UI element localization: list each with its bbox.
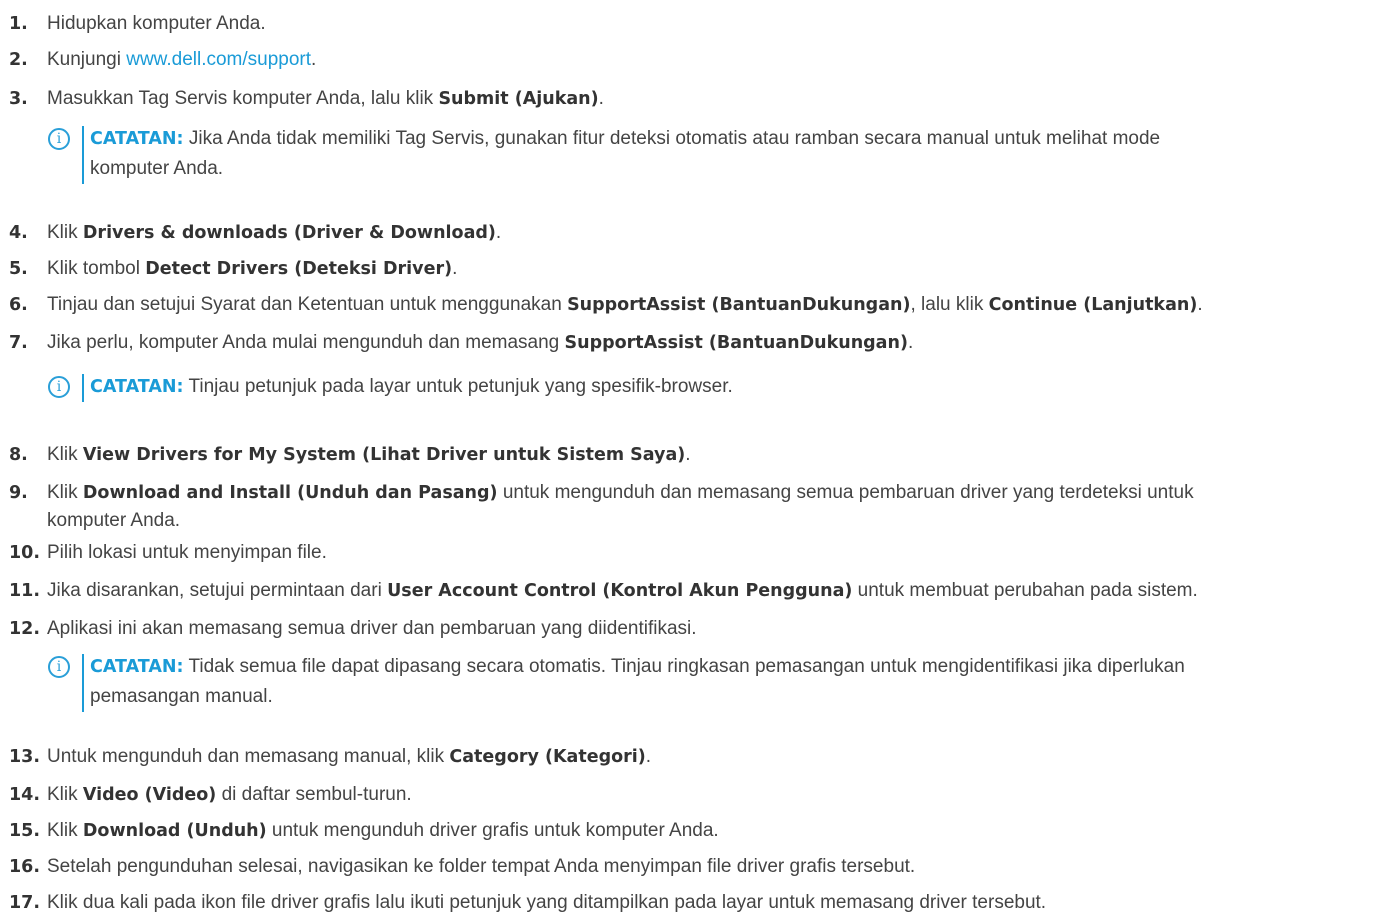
step-text: Klik tombol bbox=[47, 258, 146, 279]
note-callout: i CATATAN: Jika Anda tidak memiliki Tag … bbox=[48, 124, 1384, 184]
note-text: CATATAN: Jika Anda tidak memiliki Tag Se… bbox=[48, 124, 1384, 184]
step-text: . bbox=[645, 746, 652, 767]
ui-term: SupportAssist (BantuanDukungan) bbox=[564, 333, 908, 353]
note-label: CATATAN: bbox=[90, 657, 184, 677]
info-circle-icon: i bbox=[48, 376, 70, 398]
ui-term: Detect Drivers (Deteksi Driver) bbox=[145, 259, 453, 279]
step-number: 16. bbox=[9, 857, 41, 877]
note-text: CATATAN: Tidak semua file dapat dipasang… bbox=[48, 652, 1384, 712]
list-item: 14. Klik Video (Video) di daftar sembul-t… bbox=[9, 780, 1388, 810]
step-text-continued: komputer Anda. bbox=[47, 510, 181, 531]
step-number: 17. bbox=[9, 893, 41, 913]
note-divider bbox=[82, 654, 84, 712]
note-line: Tinjau petunjuk pada layar untuk petunju… bbox=[183, 376, 733, 397]
step-text: , lalu klik bbox=[910, 294, 989, 315]
step-number: 14. bbox=[9, 785, 41, 805]
note-line: Tidak semua file dapat dipasang secara o… bbox=[183, 656, 1185, 677]
step-text: Pilih lokasi untuk menyimpan file. bbox=[47, 542, 327, 563]
list-item: 5. Klik tombol Detect Drivers (Deteksi Dr… bbox=[9, 254, 1388, 284]
list-item: 2. Kunjungi www.dell.com/support. bbox=[9, 45, 1388, 75]
note-line: komputer Anda. bbox=[90, 158, 224, 179]
ui-term: Category (Kategori) bbox=[449, 747, 646, 767]
list-item: 9. Klik Download and Install (Unduh dan P… bbox=[9, 478, 1380, 535]
step-text: . bbox=[495, 222, 502, 243]
step-number: 7. bbox=[9, 333, 28, 353]
note-callout: i CATATAN: Tinjau petunjuk pada layar un… bbox=[48, 372, 1384, 402]
step-number: 8. bbox=[9, 445, 28, 465]
step-number: 12. bbox=[9, 619, 41, 639]
note-divider bbox=[82, 126, 84, 184]
list-item: 12. Aplikasi ini akan memasang semua driv… bbox=[9, 614, 1388, 644]
ui-term: Continue (Lanjutkan) bbox=[988, 295, 1198, 315]
step-text: . bbox=[311, 49, 317, 70]
list-item: 13. Untuk mengunduh dan memasang manual, … bbox=[9, 742, 1388, 772]
step-text: Klik bbox=[47, 222, 83, 243]
step-text: di daftar sembul-turun. bbox=[216, 784, 412, 805]
note-callout: i CATATAN: Tidak semua file dapat dipasa… bbox=[48, 652, 1384, 712]
step-text: Klik dua kali pada ikon file driver graf… bbox=[47, 892, 1047, 913]
step-number: 1. bbox=[9, 14, 28, 34]
step-number: 6. bbox=[9, 295, 28, 315]
step-number: 5. bbox=[9, 259, 28, 279]
step-text: Aplikasi ini akan memasang semua driver … bbox=[47, 618, 697, 639]
list-item: 4. Klik Drivers & downloads (Driver & Dow… bbox=[9, 218, 1388, 248]
ui-term: Video (Video) bbox=[82, 785, 217, 805]
list-item: 11. Jika disarankan, setujui permintaan d… bbox=[9, 576, 1388, 606]
info-circle-icon: i bbox=[48, 128, 70, 150]
list-item: 15. Klik Download (Unduh) untuk mengunduh… bbox=[9, 816, 1388, 846]
info-circle-icon: i bbox=[48, 656, 70, 678]
step-text: . bbox=[907, 332, 914, 353]
list-item: 10. Pilih lokasi untuk menyimpan file. bbox=[9, 538, 1388, 568]
step-number: 13. bbox=[9, 747, 41, 767]
list-item: 7. Jika perlu, komputer Anda mulai mengun… bbox=[9, 328, 1388, 358]
step-text: Klik bbox=[47, 820, 83, 841]
ui-term: Submit (Ajukan) bbox=[438, 89, 599, 109]
note-text: CATATAN: Tinjau petunjuk pada layar untu… bbox=[48, 372, 1384, 402]
ui-term: Download (Unduh) bbox=[82, 821, 267, 841]
step-number: 15. bbox=[9, 821, 41, 841]
step-text: Jika perlu, komputer Anda mulai mengundu… bbox=[47, 332, 565, 353]
step-text: Untuk mengunduh dan memasang manual, kli… bbox=[47, 746, 450, 767]
step-text: . bbox=[452, 258, 458, 279]
ui-term: View Drivers for My System (Lihat Driver… bbox=[82, 445, 686, 465]
step-text: Tinjau dan setujui Syarat dan Ketentuan … bbox=[47, 294, 568, 315]
step-number: 11. bbox=[9, 581, 41, 601]
step-number: 3. bbox=[9, 89, 28, 109]
step-text: untuk mengunduh dan memasang semua pemba… bbox=[497, 482, 1194, 503]
note-line: pemasangan manual. bbox=[90, 686, 273, 707]
dell-support-link[interactable]: www.dell.com/support bbox=[126, 49, 311, 70]
step-number: 9. bbox=[9, 483, 28, 503]
note-divider bbox=[82, 374, 84, 402]
list-item: 8. Klik View Drivers for My System (Lihat… bbox=[9, 440, 1388, 470]
list-item: 16. Setelah pengunduhan selesai, navigasi… bbox=[9, 852, 1388, 882]
step-text: untuk membuat perubahan pada sistem. bbox=[852, 580, 1198, 601]
list-item: 3. Masukkan Tag Servis komputer Anda, lal… bbox=[9, 84, 1388, 114]
step-number: 2. bbox=[9, 50, 28, 70]
step-text: Masukkan Tag Servis komputer Anda, lalu … bbox=[47, 88, 439, 109]
step-number: 10. bbox=[9, 543, 41, 563]
list-item: 1. Hidupkan komputer Anda. bbox=[9, 9, 1388, 39]
step-number: 4. bbox=[9, 223, 28, 243]
list-item: 17. Klik dua kali pada ikon file driver g… bbox=[9, 888, 1388, 918]
step-text: untuk mengunduh driver grafis untuk komp… bbox=[266, 820, 719, 841]
note-label: CATATAN: bbox=[90, 129, 184, 149]
step-text: Klik bbox=[47, 482, 83, 503]
ui-term: SupportAssist (BantuanDukungan) bbox=[567, 295, 911, 315]
ui-term: User Account Control (Kontrol Akun Pengg… bbox=[387, 581, 853, 601]
step-text: Hidupkan komputer Anda. bbox=[47, 13, 266, 34]
note-label: CATATAN: bbox=[90, 377, 184, 397]
list-item: 6. Tinjau dan setujui Syarat dan Ketentua… bbox=[9, 290, 1388, 320]
step-text: Setelah pengunduhan selesai, navigasikan… bbox=[47, 856, 916, 877]
step-text: . bbox=[598, 88, 604, 109]
step-text: Jika disarankan, setujui permintaan dari bbox=[47, 580, 388, 601]
note-line: Jika Anda tidak memiliki Tag Servis, gun… bbox=[183, 128, 1161, 149]
step-text: . bbox=[1197, 294, 1203, 315]
step-text: Kunjungi bbox=[47, 49, 127, 70]
step-text: Klik bbox=[47, 444, 83, 465]
ui-term: Download and Install (Unduh dan Pasang) bbox=[82, 483, 498, 503]
step-text: Klik bbox=[47, 784, 83, 805]
ui-term: Drivers & downloads (Driver & Download) bbox=[82, 223, 496, 243]
step-text: . bbox=[685, 444, 691, 465]
